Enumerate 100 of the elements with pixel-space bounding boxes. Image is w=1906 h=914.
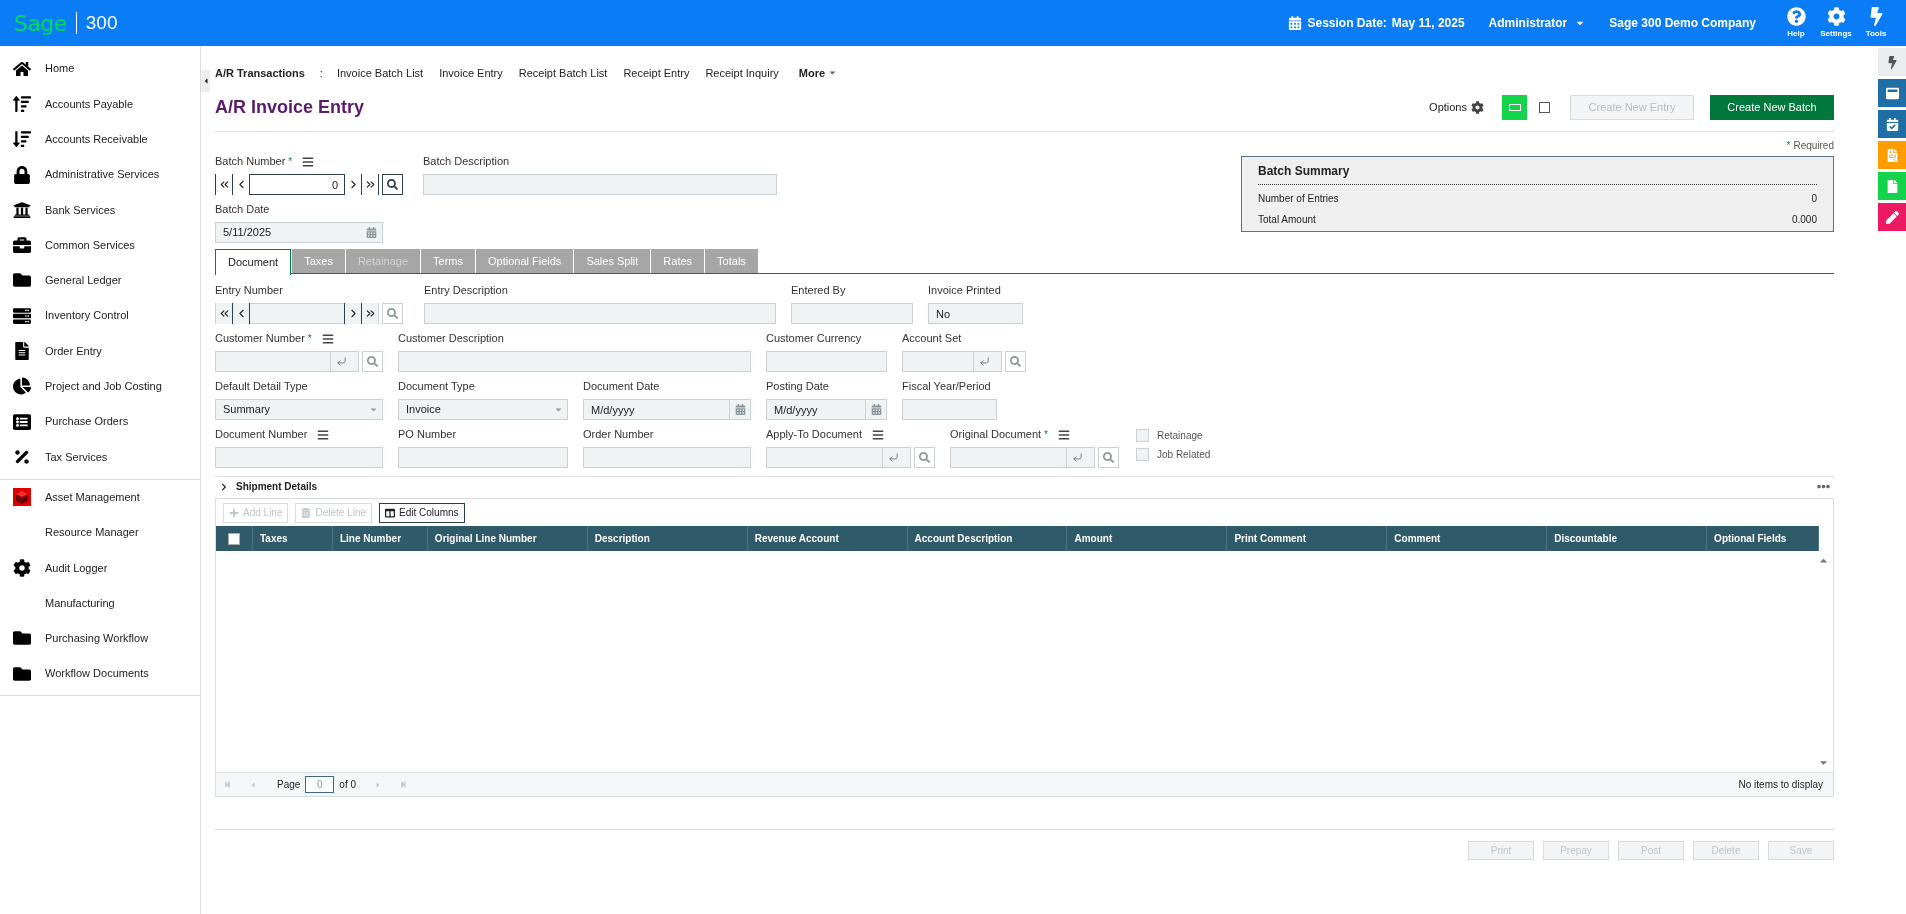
sidebar-item[interactable]: Accounts Receivable (0, 121, 200, 157)
enter-icon[interactable] (335, 356, 347, 367)
text-field[interactable] (766, 351, 887, 372)
nav-link[interactable]: Receipt Entry (623, 64, 690, 81)
column-header[interactable]: Revenue Account (746, 526, 907, 551)
column-header[interactable]: Discountable (1546, 526, 1707, 551)
first-page-icon[interactable] (224, 781, 231, 788)
text-field[interactable] (902, 399, 997, 420)
calendar-button[interactable] (865, 399, 887, 420)
lookup-field[interactable] (902, 351, 1002, 372)
text-field[interactable] (424, 303, 776, 324)
sidebar-item[interactable]: Workflow Documents (0, 656, 200, 692)
rail-button[interactable] (1878, 110, 1906, 138)
sidebar-item[interactable]: Order Entry (0, 333, 200, 369)
sidebar-item[interactable]: General Ledger (0, 262, 200, 299)
previous-record-button[interactable] (233, 303, 250, 324)
sidebar-item[interactable]: Administrative Services (0, 156, 200, 193)
record-navigator[interactable] (215, 303, 379, 324)
dropdown[interactable]: Invoice (398, 399, 568, 420)
sidebar-item[interactable]: Purchasing Workflow (0, 620, 200, 657)
sidebar-item[interactable]: Audit Logger (0, 550, 200, 586)
toolbar-button[interactable]: Help (1780, 6, 1812, 40)
nav-link[interactable]: Receipt Inquiry (705, 64, 779, 81)
text-field[interactable] (423, 174, 777, 195)
calendar-icon[interactable] (870, 404, 882, 415)
date-field[interactable]: 5/11/2025 (215, 222, 383, 243)
toolbar-button[interactable]: Settings (1820, 6, 1852, 40)
column-header[interactable]: Comment (1386, 526, 1547, 551)
column-header[interactable]: Print Comment (1226, 526, 1387, 551)
menu-icon[interactable] (872, 428, 884, 441)
lookup-field[interactable] (766, 447, 911, 468)
search-button[interactable] (382, 174, 403, 195)
menu-icon[interactable] (1058, 428, 1070, 441)
column-header[interactable]: Taxes (251, 526, 332, 551)
next-record-button[interactable] (344, 303, 361, 324)
date-field[interactable]: M/d/yyyy (766, 399, 865, 420)
sidebar-item[interactable]: Resource Manager (0, 514, 200, 551)
column-header[interactable]: Original Line Number (426, 526, 587, 551)
text-field[interactable] (791, 303, 913, 324)
column-header[interactable]: Line Number (331, 526, 427, 551)
record-navigator[interactable]: 0 (215, 174, 379, 195)
text-field[interactable] (398, 447, 568, 468)
user-menu[interactable]: Administrator (1488, 14, 1586, 32)
last-record-button[interactable] (361, 303, 378, 324)
calendar-button[interactable] (729, 399, 751, 420)
text-field[interactable] (215, 447, 383, 468)
rail-button[interactable] (1878, 48, 1906, 76)
lookup-field[interactable] (215, 351, 359, 372)
rail-button[interactable] (1878, 79, 1906, 107)
rail-button[interactable] (1878, 203, 1906, 231)
sidebar-item[interactable]: Manufacturing (0, 585, 200, 621)
sidebar-item[interactable]: Purchase Orders (0, 403, 200, 440)
sidebar-item[interactable]: Home (0, 51, 200, 87)
shipment-toggle[interactable]: Shipment Details (220, 479, 318, 494)
sidebar-item[interactable]: Asset Management (0, 479, 200, 515)
dropdown[interactable]: Summary (215, 399, 383, 420)
date-field[interactable]: M/d/yyyy (583, 399, 729, 420)
toolbar-button[interactable]: Tools (1860, 6, 1892, 40)
calendar-icon[interactable] (365, 227, 377, 238)
sidebar-item[interactable]: Accounts Payable (0, 86, 200, 122)
collapse-handle[interactable] (201, 70, 210, 92)
last-page-icon[interactable] (400, 781, 408, 788)
nav-link[interactable]: Receipt Batch List (518, 64, 608, 81)
sidebar-item[interactable]: Common Services (0, 227, 200, 263)
first-record-button[interactable] (216, 303, 233, 324)
enter-icon[interactable] (978, 356, 990, 367)
menu-icon[interactable] (321, 332, 334, 345)
page-field[interactable]: 0 (305, 776, 335, 793)
text-field[interactable] (398, 351, 751, 372)
checkbox[interactable] (1136, 429, 1149, 442)
menu-icon[interactable] (302, 155, 315, 168)
enter-icon[interactable] (1071, 452, 1083, 463)
column-header[interactable]: Description (586, 526, 747, 551)
required-note: Required (1793, 139, 1834, 153)
sidebar-item[interactable]: Project and Job Costing (0, 368, 200, 404)
checkbox[interactable] (1136, 448, 1149, 461)
enter-icon[interactable] (887, 452, 899, 463)
view-checkbox[interactable] (1539, 102, 1550, 113)
nav-link[interactable]: Invoice Entry (439, 64, 503, 81)
text-field[interactable] (583, 447, 751, 468)
nav-link[interactable]: Invoice Batch List (336, 64, 424, 81)
tab[interactable]: Document (215, 249, 292, 275)
column-header[interactable]: Amount (1066, 526, 1227, 551)
more-menu[interactable]: More (798, 64, 838, 81)
sidebar-item[interactable]: Tax Services (0, 439, 200, 475)
sidebar-item[interactable]: Bank Services (0, 192, 200, 228)
number-field[interactable] (250, 304, 344, 323)
grid-toolbar-button[interactable]: Edit Columns (379, 502, 465, 523)
calendar-icon[interactable] (734, 404, 746, 415)
previous-page-icon[interactable] (249, 780, 257, 789)
sidebar-item[interactable]: Inventory Control (0, 298, 200, 334)
select-all-checkbox[interactable] (228, 532, 240, 545)
column-header[interactable]: Optional Fields (1706, 526, 1819, 551)
layout-button[interactable] (1502, 95, 1527, 120)
action-button[interactable]: Create New Batch (1710, 95, 1834, 120)
text-field[interactable]: No (928, 303, 1023, 324)
options-button[interactable]: Options (1429, 99, 1484, 116)
lookup-field[interactable] (950, 447, 1095, 468)
column-header[interactable]: Account Description (906, 526, 1067, 551)
menu-icon[interactable] (317, 428, 330, 441)
